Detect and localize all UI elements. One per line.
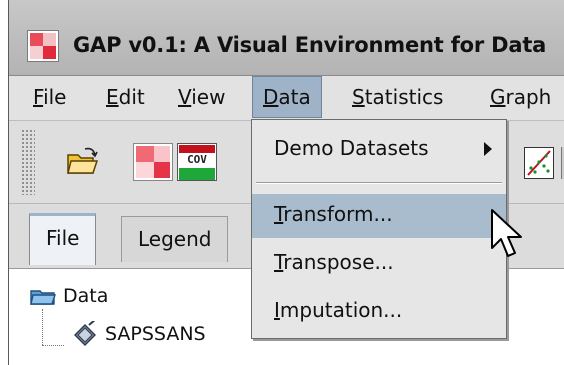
menu-separator xyxy=(256,182,502,184)
tab-file[interactable]: File xyxy=(29,213,97,265)
tree-connector-branch xyxy=(42,345,64,346)
menu-file[interactable]: File xyxy=(33,85,66,109)
menu-edit-label: dit xyxy=(118,85,145,109)
menu-file-label: ile xyxy=(43,85,67,109)
menu-item-transform[interactable]: Transform... xyxy=(252,194,506,238)
toolbar-grip[interactable] xyxy=(21,129,35,195)
menu-statistics-mnemonic: S xyxy=(352,85,365,109)
menu-bar: File Edit View Data Statistics Graph xyxy=(9,76,564,121)
submenu-arrow-icon xyxy=(484,142,492,156)
menu-statistics-label: tatistics xyxy=(364,85,444,109)
menu-item-demo-datasets[interactable]: Demo Datasets xyxy=(252,128,506,172)
menu-item-transpose-mnemonic: T xyxy=(274,250,284,274)
menu-data[interactable]: Data xyxy=(252,76,322,118)
menu-edit[interactable]: Edit xyxy=(106,85,145,109)
menu-item-transpose-label: ranspose... xyxy=(283,250,394,274)
menu-item-imputation[interactable]: Imputation... xyxy=(252,290,506,334)
window-title: GAP v0.1: A Visual Environment for Data xyxy=(73,33,547,57)
menu-file-mnemonic: F xyxy=(33,85,44,109)
menu-item-transform-mnemonic: T xyxy=(274,202,284,226)
menu-item-transpose[interactable]: Transpose... xyxy=(252,242,506,286)
tree-child-label[interactable]: SAPSSANS xyxy=(105,323,206,345)
dataset-icon xyxy=(69,318,99,347)
menu-edit-mnemonic: E xyxy=(106,85,119,109)
menu-data-mnemonic: D xyxy=(263,85,279,109)
cov-label: COV xyxy=(187,153,207,166)
menu-view-label: iew xyxy=(191,85,226,109)
menu-graph-mnemonic: G xyxy=(490,85,506,109)
data-menu-dropdown: Demo Datasets Transform... Transpose... … xyxy=(251,119,507,339)
menu-view[interactable]: View xyxy=(178,85,225,109)
tab-legend[interactable]: Legend xyxy=(121,216,229,262)
menu-graph-label: raph xyxy=(505,85,552,109)
menu-graph[interactable]: Graph xyxy=(490,85,551,109)
menu-statistics[interactable]: Statistics xyxy=(352,85,443,109)
scatter-icon[interactable] xyxy=(524,147,554,179)
menu-item-demo-datasets-label: Demo Datasets xyxy=(274,136,429,160)
tree-root-label[interactable]: Data xyxy=(63,285,108,307)
open-folder-icon[interactable] xyxy=(65,145,99,179)
mouse-pointer-icon xyxy=(488,208,528,260)
title-bar: GAP v0.1: A Visual Environment for Data xyxy=(9,0,564,76)
menu-item-transform-label: ransform... xyxy=(283,202,393,226)
menu-data-label: ata xyxy=(278,85,311,109)
heatmap-icon[interactable] xyxy=(133,143,173,181)
data-folder-icon xyxy=(29,285,57,307)
menu-view-mnemonic: V xyxy=(178,85,192,109)
tree-connector xyxy=(42,309,43,345)
covariance-icon[interactable]: COV xyxy=(177,143,217,181)
app-logo-icon xyxy=(27,30,59,62)
menu-item-imputation-label: mputation... xyxy=(279,298,403,322)
